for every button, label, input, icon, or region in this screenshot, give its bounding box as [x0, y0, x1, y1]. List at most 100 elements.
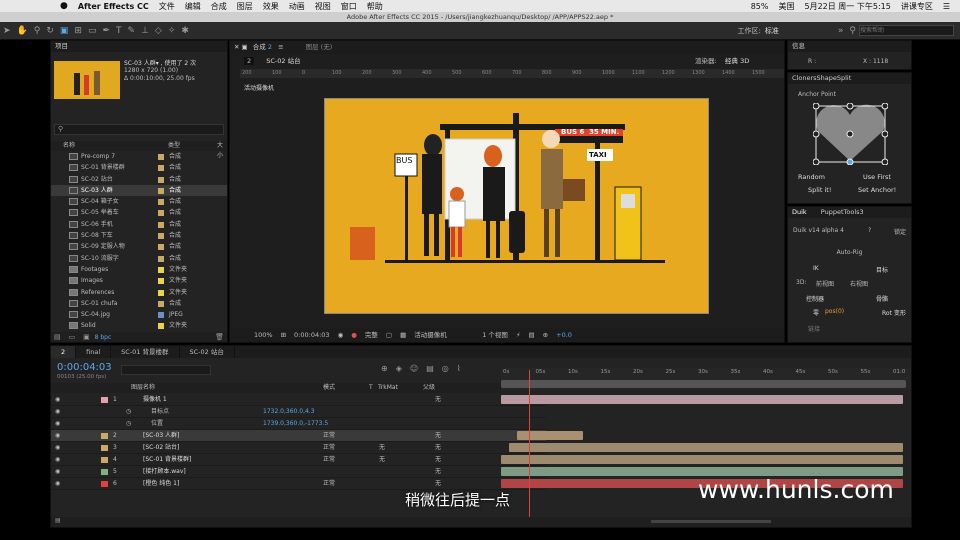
right-view-option[interactable]: 右视图: [850, 279, 868, 288]
mode-select[interactable]: 正常: [323, 478, 335, 490]
label-color-swatch[interactable]: [158, 199, 164, 206]
zoom-slider[interactable]: [651, 520, 771, 523]
timeline-tab[interactable]: SC-01 背景楼群: [111, 346, 180, 358]
new-folder-icon[interactable]: ▭: [69, 332, 76, 342]
controllers-button[interactable]: 控制器: [806, 294, 824, 303]
lock-icon[interactable]: ▣: [242, 43, 248, 51]
trkmat-header[interactable]: TrkMat: [378, 383, 398, 393]
camera-tool-icon[interactable]: ▣: [60, 26, 69, 36]
label-color-swatch[interactable]: [158, 154, 164, 160]
label-color-swatch[interactable]: [158, 266, 164, 273]
mode-select[interactable]: 正常: [323, 442, 335, 454]
frame-blend-icon[interactable]: ▤: [426, 364, 442, 373]
stamp-tool-icon[interactable]: ⊥: [141, 26, 149, 36]
property-value[interactable]: 1732.0,360.0,4.3: [263, 406, 315, 418]
visibility-eye-icon[interactable]: ◉: [55, 394, 60, 406]
layer-label-swatch[interactable]: [101, 469, 108, 475]
label-color-swatch[interactable]: [158, 300, 164, 307]
duik-tab[interactable]: Duik: [792, 208, 807, 216]
project-item[interactable]: SC-03 人群 合成: [51, 184, 227, 197]
apple-icon[interactable]: ●: [60, 1, 68, 11]
layer-row[interactable]: ◉ 1 摄像机 1 无: [51, 394, 546, 406]
label-color-swatch[interactable]: [158, 312, 164, 319]
front-view-option[interactable]: 前视图: [816, 279, 834, 288]
layer-label-swatch[interactable]: [101, 445, 108, 451]
transparency-icon[interactable]: ▦: [400, 328, 406, 342]
hand-tool-icon[interactable]: ✋: [17, 26, 28, 36]
graph-editor-icon[interactable]: ⌇: [457, 364, 469, 373]
roi-icon[interactable]: ▢: [386, 328, 392, 342]
label-color-swatch[interactable]: [158, 176, 164, 183]
pos-button[interactable]: pos(0): [825, 308, 844, 315]
property-row[interactable]: ◉ ◷ 目标点 1732.0,360.0,4.3: [51, 406, 546, 418]
camera-icon[interactable]: ◉: [338, 328, 344, 342]
project-item[interactable]: SC-08 下车 合成: [51, 230, 227, 241]
layer-label-swatch[interactable]: [101, 457, 108, 463]
project-item[interactable]: SC-02 站台 合成: [51, 174, 227, 185]
text-tool-icon[interactable]: T: [116, 26, 122, 36]
menu-item[interactable]: 效果: [263, 1, 279, 12]
layer-duration-bar[interactable]: [509, 443, 903, 452]
close-icon[interactable]: ✕: [234, 43, 239, 51]
brush-tool-icon[interactable]: ✎: [128, 26, 136, 36]
parent-select[interactable]: 无: [435, 430, 441, 442]
mode-select[interactable]: 正常: [323, 454, 335, 466]
set-anchor-button[interactable]: Set Anchor!: [858, 186, 896, 194]
puppet-tool-icon[interactable]: ✱: [181, 26, 189, 36]
menu-item[interactable]: 编辑: [185, 1, 201, 12]
menu-icon[interactable]: ≡: [278, 43, 283, 51]
help-button[interactable]: ?: [868, 227, 871, 234]
views-select[interactable]: 1 个视图: [482, 328, 508, 342]
app-menu[interactable]: After Effects CC: [78, 2, 149, 11]
view-select[interactable]: 活动摄像机: [414, 328, 474, 342]
comp-canvas[interactable]: BUS BUS 6 35 MIN. TAXI: [324, 98, 709, 314]
timeline-current-time[interactable]: 0:00:04:03: [57, 362, 112, 373]
fast-preview-icon[interactable]: ⚡: [516, 328, 521, 342]
selection-tool-icon[interactable]: ➤: [3, 26, 11, 36]
parent-select[interactable]: 无: [435, 454, 441, 466]
menu-item[interactable]: 窗口: [341, 1, 357, 12]
toggle-switches-icon[interactable]: ▤: [55, 517, 61, 524]
lock-button[interactable]: 锁定: [894, 227, 906, 236]
help-search-input[interactable]: [859, 25, 954, 36]
rot-button[interactable]: Rot 变形: [882, 308, 906, 317]
zero-button[interactable]: 零: [813, 308, 819, 317]
layer-name[interactable]: [接打顾本.wav]: [143, 466, 186, 478]
breadcrumb-number[interactable]: 2: [244, 57, 255, 65]
stopwatch-icon[interactable]: ◷: [126, 406, 131, 418]
double-arrow-icon[interactable]: »: [838, 26, 844, 36]
breadcrumb-comp[interactable]: SC-02 站台: [266, 57, 300, 65]
pan-behind-tool-icon[interactable]: ⊞: [74, 26, 82, 36]
project-item[interactable]: SC-09 定服人物 合成: [51, 241, 227, 252]
grid-icon[interactable]: ⊞: [281, 328, 286, 342]
new-comp-icon[interactable]: ▣: [83, 332, 90, 342]
project-item[interactable]: SC-10 流服字 合成: [51, 253, 227, 264]
rotate-tool-icon[interactable]: ↻: [46, 26, 54, 36]
roto-tool-icon[interactable]: ✧: [168, 26, 176, 36]
menu-item[interactable]: 合成: [211, 1, 227, 12]
timeline-tab[interactable]: 2: [51, 346, 77, 358]
trash-icon[interactable]: 🗑: [215, 332, 224, 342]
menu-item[interactable]: 帮助: [367, 1, 383, 12]
link-button[interactable]: 链接: [808, 324, 820, 333]
work-area-bar[interactable]: [501, 380, 906, 388]
rectangle-tool-icon[interactable]: ▭: [88, 26, 97, 36]
color-icon[interactable]: ●: [351, 328, 357, 342]
split-button[interactable]: Split it!: [808, 186, 831, 194]
project-item[interactable]: Images 文件夹: [51, 275, 227, 286]
flowchart-icon[interactable]: ⊕: [543, 328, 548, 342]
project-item[interactable]: Pre-comp 7 合成: [51, 151, 227, 162]
layer-label-swatch[interactable]: [101, 481, 108, 487]
layer-label-swatch[interactable]: [101, 433, 108, 439]
visibility-eye-icon[interactable]: ◉: [55, 442, 60, 454]
comp-tab-label[interactable]: 合成: [253, 43, 266, 51]
exposure-value[interactable]: +0.0: [556, 328, 572, 342]
mode-select[interactable]: 正常: [323, 430, 335, 442]
layer-row[interactable]: ◉ 3 [SC-02 站台] 正常 无 无: [51, 442, 546, 454]
pen-tool-icon[interactable]: ✒: [102, 26, 110, 36]
project-item[interactable]: Solid 文件夹: [51, 320, 227, 331]
label-color-swatch[interactable]: [158, 255, 164, 262]
timeline-icon[interactable]: ▤: [529, 328, 535, 342]
project-item[interactable]: SC-04.jpg JPEG: [51, 309, 227, 320]
layer-name[interactable]: [SC-02 站台]: [143, 442, 179, 454]
